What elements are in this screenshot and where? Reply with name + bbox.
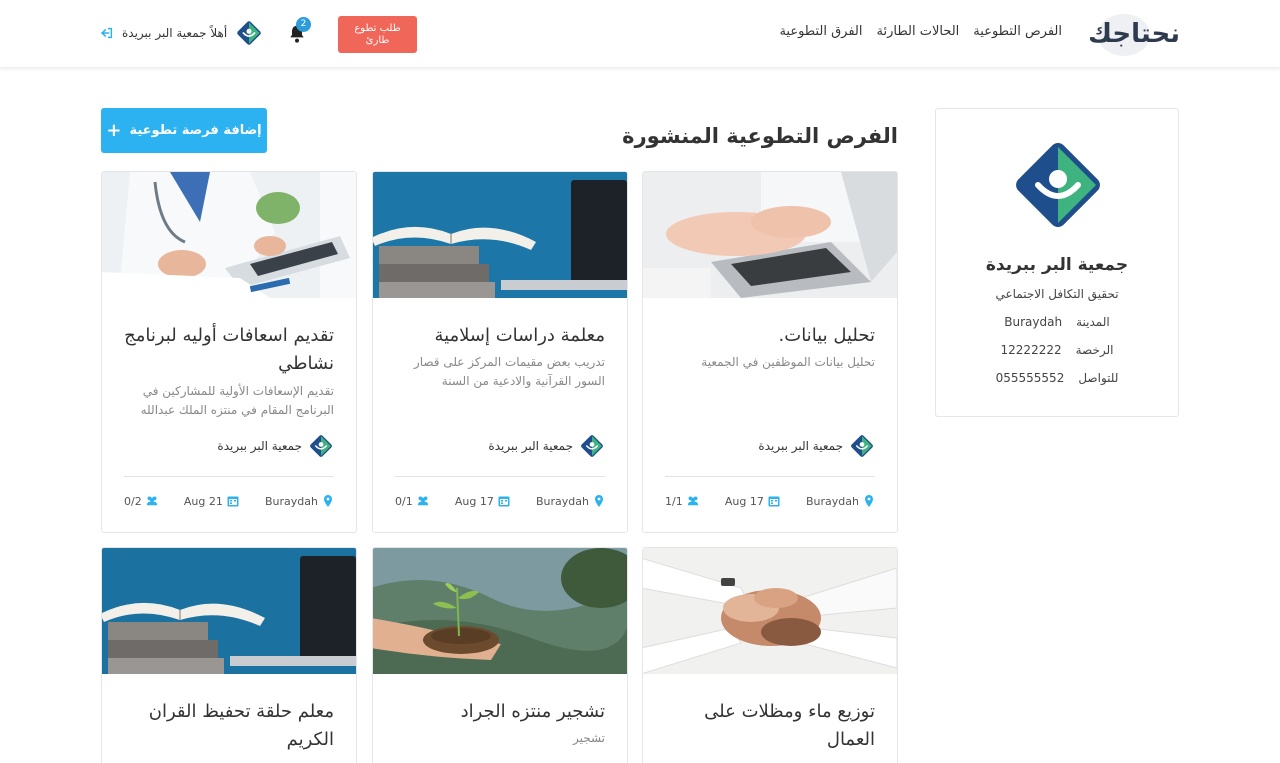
card-description: تقديم الإسعافات الأولية للمشاركين في الب…: [140, 384, 334, 417]
urgent-volunteer-request-button[interactable]: طلب تطوع طارئ: [338, 16, 417, 53]
org-city-value: Buraydah: [1004, 315, 1063, 329]
add-opportunity-button[interactable]: إضافة فرصة تطوعية +: [101, 108, 267, 153]
card-city: Buraydah: [265, 495, 334, 508]
opportunity-card[interactable]: معلمة دراسات إسلامية تدريب بعض مقيمات ال…: [372, 171, 628, 533]
card-volunteers-value: 0/2: [124, 494, 142, 508]
top-navbar: نحتاجك الفرص التطوعية الحالات الطارئة ال…: [0, 0, 1280, 68]
urgent-label-line1: طلب تطوع: [354, 22, 401, 34]
card-title[interactable]: معلم حلقة تحفيظ القران الكريم: [120, 698, 334, 754]
card-date-value: Aug 17: [724, 494, 764, 508]
card-date: Aug 17: [455, 495, 510, 508]
brand-name: نحتاجك: [1088, 19, 1180, 49]
main-nav: الفرص التطوعية الحالات الطارئة الفرق الت…: [779, 24, 1062, 39]
card-city-value: Buraydah: [806, 494, 859, 508]
opportunity-card[interactable]: تحليل بيانات. تحليل بيانات الموظفين في ا…: [642, 171, 898, 533]
card-title[interactable]: تشجير منتزه الجراد: [391, 698, 605, 726]
card-description: تشجير: [572, 731, 605, 745]
card-city-value: Buraydah: [536, 494, 589, 508]
card-meta: Buraydah Aug 21 0/2: [124, 493, 334, 509]
card-image-book-desk: [102, 548, 356, 674]
card-divider: [395, 476, 605, 477]
card-image-hands-together: [643, 548, 897, 674]
opportunity-card[interactable]: معلم حلقة تحفيظ القران الكريم: [101, 547, 357, 763]
nav-link-teams[interactable]: الفرق التطوعية: [779, 24, 862, 39]
location-pin-icon: [595, 495, 603, 507]
card-title[interactable]: تقديم اسعافات أوليه لبرنامج نشاطي: [120, 322, 334, 378]
card-image-doctor-writing: [102, 172, 356, 298]
users-icon: [417, 496, 428, 506]
card-image-laptop-typing: [643, 172, 897, 298]
org-name: جمعية البر ببريدة: [985, 255, 1129, 275]
card-image-book-desk: [373, 172, 627, 298]
card-org-name: جمعية البر ببريدة: [488, 439, 573, 453]
org-license-label: الرخصة: [1075, 343, 1114, 357]
card-title[interactable]: توزيع ماء ومظلات على العمال: [661, 698, 875, 754]
opportunity-card[interactable]: تقديم اسعافات أوليه لبرنامج نشاطي تقديم …: [101, 171, 357, 533]
card-org-name: جمعية البر ببريدة: [758, 439, 843, 453]
org-logo-icon: [235, 19, 263, 47]
calendar-icon: [227, 496, 239, 507]
org-logo-icon: [1008, 135, 1108, 235]
card-organization: جمعية البر ببريدة: [488, 433, 605, 459]
org-tagline: تحقيق التكافل الاجتماعي: [995, 287, 1119, 301]
card-divider: [665, 476, 875, 477]
nav-link-emergencies[interactable]: الحالات الطارئة: [877, 24, 960, 39]
card-volunteers: 0/2: [124, 495, 158, 508]
card-volunteers: 0/1: [395, 495, 429, 508]
opportunity-card[interactable]: توزيع ماء ومظلات على العمال: [642, 547, 898, 763]
opportunity-card[interactable]: تشجير منتزه الجراد تشجير: [372, 547, 628, 763]
user-greeting: أهلاً جمعية البر ببريدة: [122, 26, 228, 40]
org-logo-icon: [849, 433, 875, 459]
user-menu[interactable]: أهلاً جمعية البر ببريدة: [100, 19, 263, 47]
card-volunteers-value: 0/1: [395, 494, 413, 508]
card-organization: جمعية البر ببريدة: [217, 433, 334, 459]
location-pin-icon: [324, 495, 332, 507]
org-logo-icon: [579, 433, 605, 459]
calendar-icon: [768, 496, 780, 507]
org-license-value: 12222222: [1000, 343, 1062, 357]
card-city: Buraydah: [536, 495, 605, 508]
users-icon: [146, 496, 157, 506]
page-title: الفرص التطوعية المنشورة: [622, 124, 898, 148]
org-license-row: الرخصة 12222222: [936, 343, 1178, 357]
logout-icon[interactable]: [100, 26, 114, 40]
card-volunteers-value: 1/1: [665, 494, 683, 508]
org-logo-icon: [308, 433, 334, 459]
card-date-value: Aug 21: [183, 494, 223, 508]
org-contact-value: 055555552: [995, 371, 1065, 385]
org-contact-row: للتواصل 055555552: [936, 371, 1178, 385]
card-description: تحليل بيانات الموظفين في الجمعية: [701, 355, 875, 369]
org-contact-label: للتواصل: [1078, 371, 1119, 385]
card-image-plant-hands: [373, 548, 627, 674]
plus-icon: +: [106, 120, 122, 141]
org-city-row: المدينة Buraydah: [936, 315, 1178, 329]
card-description: تدريب بعض مقيمات المركز على قصار السور ا…: [413, 355, 605, 388]
card-date-value: Aug 17: [454, 494, 494, 508]
notification-count-badge: 2: [296, 17, 311, 32]
users-icon: [687, 496, 698, 506]
card-org-name: جمعية البر ببريدة: [217, 439, 302, 453]
calendar-icon: [498, 496, 510, 507]
urgent-label-line2: طارئ: [365, 34, 390, 46]
card-title[interactable]: تحليل بيانات.: [661, 322, 875, 350]
nav-link-opportunities[interactable]: الفرص التطوعية: [973, 24, 1062, 39]
card-volunteers: 1/1: [665, 495, 699, 508]
brand-logo[interactable]: نحتاجك: [1088, 14, 1180, 56]
card-date: Aug 21: [184, 495, 239, 508]
org-tagline-row: تحقيق التكافل الاجتماعي: [936, 287, 1178, 301]
add-opportunity-label: إضافة فرصة تطوعية: [129, 123, 262, 138]
card-date: Aug 17: [725, 495, 780, 508]
organization-profile-card: جمعية البر ببريدة تحقيق التكافل الاجتماع…: [935, 108, 1179, 417]
card-city: Buraydah: [806, 495, 875, 508]
card-organization: جمعية البر ببريدة: [758, 433, 875, 459]
card-meta: Buraydah Aug 17 0/1: [395, 493, 605, 509]
location-pin-icon: [865, 495, 873, 507]
card-divider: [124, 476, 334, 477]
card-city-value: Buraydah: [265, 494, 318, 508]
card-meta: Buraydah Aug 17 1/1: [665, 493, 875, 509]
card-title[interactable]: معلمة دراسات إسلامية: [391, 322, 605, 350]
org-city-label: المدينة: [1076, 315, 1110, 329]
